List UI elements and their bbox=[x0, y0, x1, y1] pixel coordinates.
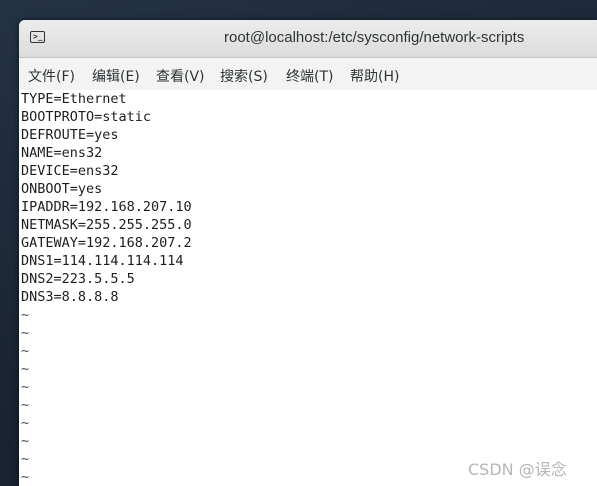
terminal-window: >_ root@localhost:/etc/sysconfig/network… bbox=[19, 20, 597, 486]
config-line: DNS3=8.8.8.8 bbox=[21, 289, 119, 305]
empty-line-marker: ~ bbox=[21, 433, 30, 449]
empty-line-marker: ~ bbox=[21, 325, 30, 341]
menu-search[interactable]: 搜索(S) bbox=[220, 66, 268, 86]
config-line: DEVICE=ens32 bbox=[21, 163, 119, 179]
empty-line-marker: ~ bbox=[21, 469, 30, 485]
config-line: TYPE=Ethernet bbox=[21, 91, 127, 107]
menu-terminal[interactable]: 终端(T) bbox=[286, 66, 333, 86]
menu-help[interactable]: 帮助(H) bbox=[350, 66, 399, 86]
empty-line-marker: ~ bbox=[21, 379, 30, 395]
config-line: DNS1=114.114.114.114 bbox=[21, 253, 184, 269]
empty-line-marker: ~ bbox=[21, 415, 30, 431]
terminal-icon[interactable]: >_ bbox=[30, 31, 45, 43]
config-line: GATEWAY=192.168.207.2 bbox=[21, 235, 192, 251]
terminal-content[interactable]: TYPE=Ethernet BOOTPROTO=static DEFROUTE=… bbox=[19, 90, 597, 486]
menu-edit[interactable]: 编辑(E) bbox=[92, 66, 140, 86]
config-line: NAME=ens32 bbox=[21, 145, 103, 161]
empty-line-marker: ~ bbox=[21, 451, 30, 467]
menubar: 文件(F) 编辑(E) 查看(V) 搜索(S) 终端(T) 帮助(H) bbox=[19, 58, 597, 91]
config-line: NETMASK=255.255.255.0 bbox=[21, 217, 192, 233]
empty-line-marker: ~ bbox=[21, 397, 30, 413]
watermark: CSDN @误念 bbox=[468, 460, 567, 479]
config-line: ONBOOT=yes bbox=[21, 181, 103, 197]
window-titlebar[interactable]: >_ root@localhost:/etc/sysconfig/network… bbox=[19, 20, 597, 58]
empty-line-marker: ~ bbox=[21, 307, 30, 323]
config-line: IPADDR=192.168.207.10 bbox=[21, 199, 192, 215]
config-line: DNS2=223.5.5.5 bbox=[21, 271, 135, 287]
config-line: BOOTPROTO=static bbox=[21, 109, 152, 125]
config-line: DEFROUTE=yes bbox=[21, 127, 119, 143]
window-title: root@localhost:/etc/sysconfig/network-sc… bbox=[224, 29, 525, 46]
empty-line-marker: ~ bbox=[21, 343, 30, 359]
empty-line-marker: ~ bbox=[21, 361, 30, 377]
menu-view[interactable]: 查看(V) bbox=[156, 66, 205, 86]
menu-file[interactable]: 文件(F) bbox=[28, 66, 75, 86]
